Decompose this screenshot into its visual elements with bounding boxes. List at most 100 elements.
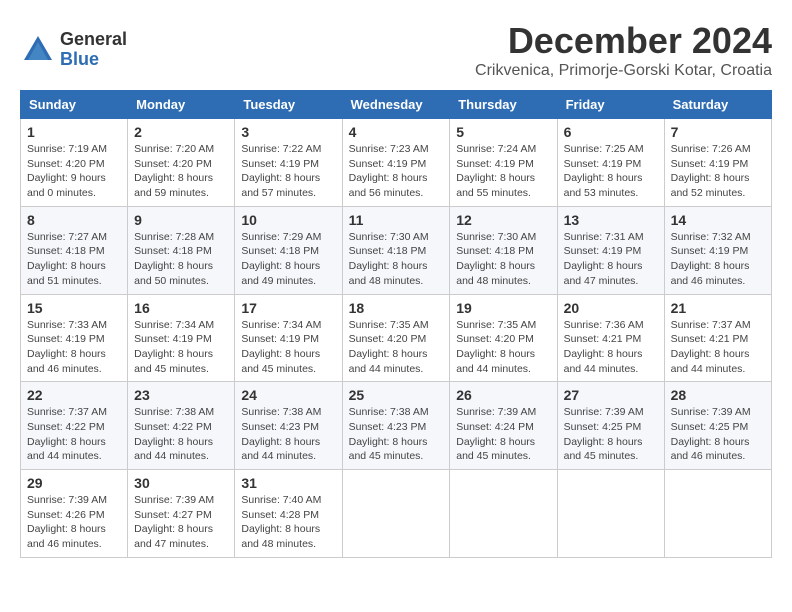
calendar-cell: 21Sunrise: 7:37 AM Sunset: 4:21 PM Dayli…: [664, 294, 771, 382]
calendar-cell: 30Sunrise: 7:39 AM Sunset: 4:27 PM Dayli…: [128, 470, 235, 558]
page-header: General Blue December 2024 Crikvenica, P…: [20, 20, 772, 80]
day-info: Sunrise: 7:23 AM Sunset: 4:19 PM Dayligh…: [349, 142, 444, 201]
day-info: Sunrise: 7:28 AM Sunset: 4:18 PM Dayligh…: [134, 230, 228, 289]
calendar-cell: 7 Sunrise: 7:26 AM Sunset: 4:19 PM Daylig…: [664, 119, 771, 207]
calendar-cell: 24 Sunrise: 7:38 AM Sunset: 4:23 PM Dayli…: [235, 382, 342, 470]
column-header-thursday: Thursday: [450, 91, 557, 119]
day-number: 4: [349, 124, 444, 140]
calendar-week-row: 29 Sunrise: 7:39 AM Sunset: 4:26 PM Dayli…: [21, 470, 772, 558]
calendar-cell: 4 Sunrise: 7:23 AM Sunset: 4:19 PM Daylig…: [342, 119, 450, 207]
day-info: Sunrise: 7:24 AM Sunset: 4:19 PM Dayligh…: [456, 142, 550, 201]
calendar-week-row: 1 Sunrise: 7:19 AM Sunset: 4:20 PM Daylig…: [21, 119, 772, 207]
column-header-monday: Monday: [128, 91, 235, 119]
logo-text: General Blue: [60, 30, 127, 70]
calendar-cell: 3 Sunrise: 7:22 AM Sunset: 4:19 PM Daylig…: [235, 119, 342, 207]
calendar-cell: 9 Sunrise: 7:28 AM Sunset: 4:18 PM Daylig…: [128, 206, 235, 294]
day-info: Sunrise: 7:31 AM Sunset: 4:19 PM Dayligh…: [564, 230, 658, 289]
day-number: 28: [671, 387, 765, 403]
calendar-cell: 26 Sunrise: 7:39 AM Sunset: 4:24 PM Dayli…: [450, 382, 557, 470]
day-number: 22: [27, 387, 121, 403]
calendar-cell: 27 Sunrise: 7:39 AM Sunset: 4:25 PM Dayli…: [557, 382, 664, 470]
day-number: 30: [134, 475, 228, 491]
day-info: Sunrise: 7:35 AM Sunset: 4:20 PM Dayligh…: [349, 318, 444, 377]
day-number: 15: [27, 300, 121, 316]
day-info: Sunrise: 7:29 AM Sunset: 4:18 PM Dayligh…: [241, 230, 335, 289]
day-info: Sunrise: 7:40 AM Sunset: 4:28 PM Dayligh…: [241, 493, 335, 552]
logo-blue-label: Blue: [60, 50, 127, 70]
calendar-cell: 10 Sunrise: 7:29 AM Sunset: 4:18 PM Dayli…: [235, 206, 342, 294]
day-info: Sunrise: 7:38 AM Sunset: 4:23 PM Dayligh…: [241, 405, 335, 464]
day-number: 23: [134, 387, 228, 403]
calendar-cell: 8Sunrise: 7:27 AM Sunset: 4:18 PM Daylig…: [21, 206, 128, 294]
calendar-week-row: 15Sunrise: 7:33 AM Sunset: 4:19 PM Dayli…: [21, 294, 772, 382]
day-info: Sunrise: 7:30 AM Sunset: 4:18 PM Dayligh…: [456, 230, 550, 289]
day-number: 14: [671, 212, 765, 228]
calendar-cell: 20Sunrise: 7:36 AM Sunset: 4:21 PM Dayli…: [557, 294, 664, 382]
column-header-tuesday: Tuesday: [235, 91, 342, 119]
calendar-cell: 18 Sunrise: 7:35 AM Sunset: 4:20 PM Dayli…: [342, 294, 450, 382]
calendar-table: SundayMondayTuesdayWednesdayThursdayFrid…: [20, 90, 772, 558]
day-number: 3: [241, 124, 335, 140]
calendar-week-row: 8Sunrise: 7:27 AM Sunset: 4:18 PM Daylig…: [21, 206, 772, 294]
column-header-sunday: Sunday: [21, 91, 128, 119]
calendar-cell: 14 Sunrise: 7:32 AM Sunset: 4:19 PM Dayli…: [664, 206, 771, 294]
day-number: 10: [241, 212, 335, 228]
column-header-saturday: Saturday: [664, 91, 771, 119]
day-info: Sunrise: 7:39 AM Sunset: 4:26 PM Dayligh…: [27, 493, 121, 552]
day-info: Sunrise: 7:39 AM Sunset: 4:25 PM Dayligh…: [671, 405, 765, 464]
day-number: 27: [564, 387, 658, 403]
calendar-cell: 11 Sunrise: 7:30 AM Sunset: 4:18 PM Dayli…: [342, 206, 450, 294]
day-number: 1: [27, 124, 121, 140]
day-info: Sunrise: 7:25 AM Sunset: 4:19 PM Dayligh…: [564, 142, 658, 201]
calendar-cell: 17Sunrise: 7:34 AM Sunset: 4:19 PM Dayli…: [235, 294, 342, 382]
day-info: Sunrise: 7:19 AM Sunset: 4:20 PM Dayligh…: [27, 142, 121, 201]
day-number: 13: [564, 212, 658, 228]
day-number: 6: [564, 124, 658, 140]
day-info: Sunrise: 7:30 AM Sunset: 4:18 PM Dayligh…: [349, 230, 444, 289]
calendar-cell: 28 Sunrise: 7:39 AM Sunset: 4:25 PM Dayli…: [664, 382, 771, 470]
calendar-cell: 1 Sunrise: 7:19 AM Sunset: 4:20 PM Daylig…: [21, 119, 128, 207]
day-info: Sunrise: 7:39 AM Sunset: 4:25 PM Dayligh…: [564, 405, 658, 464]
day-number: 26: [456, 387, 550, 403]
day-number: 9: [134, 212, 228, 228]
calendar-cell: 23 Sunrise: 7:38 AM Sunset: 4:22 PM Dayli…: [128, 382, 235, 470]
day-number: 18: [349, 300, 444, 316]
day-number: 24: [241, 387, 335, 403]
calendar-cell: [557, 470, 664, 558]
day-number: 21: [671, 300, 765, 316]
day-number: 2: [134, 124, 228, 140]
logo-icon: [20, 32, 56, 68]
day-info: Sunrise: 7:39 AM Sunset: 4:24 PM Dayligh…: [456, 405, 550, 464]
calendar-cell: 6 Sunrise: 7:25 AM Sunset: 4:19 PM Daylig…: [557, 119, 664, 207]
calendar-cell: 22 Sunrise: 7:37 AM Sunset: 4:22 PM Dayli…: [21, 382, 128, 470]
calendar-cell: 13 Sunrise: 7:31 AM Sunset: 4:19 PM Dayli…: [557, 206, 664, 294]
day-info: Sunrise: 7:34 AM Sunset: 4:19 PM Dayligh…: [134, 318, 228, 377]
calendar-header-row: SundayMondayTuesdayWednesdayThursdayFrid…: [21, 91, 772, 119]
calendar-cell: 2 Sunrise: 7:20 AM Sunset: 4:20 PM Daylig…: [128, 119, 235, 207]
day-number: 5: [456, 124, 550, 140]
day-info: Sunrise: 7:20 AM Sunset: 4:20 PM Dayligh…: [134, 142, 228, 201]
day-info: Sunrise: 7:38 AM Sunset: 4:22 PM Dayligh…: [134, 405, 228, 464]
calendar-cell: 12Sunrise: 7:30 AM Sunset: 4:18 PM Dayli…: [450, 206, 557, 294]
calendar-cell: 29 Sunrise: 7:39 AM Sunset: 4:26 PM Dayli…: [21, 470, 128, 558]
day-info: Sunrise: 7:35 AM Sunset: 4:20 PM Dayligh…: [456, 318, 550, 377]
day-info: Sunrise: 7:37 AM Sunset: 4:22 PM Dayligh…: [27, 405, 121, 464]
column-header-friday: Friday: [557, 91, 664, 119]
title-section: December 2024 Crikvenica, Primorje-Gorsk…: [475, 20, 772, 80]
calendar-cell: 31Sunrise: 7:40 AM Sunset: 4:28 PM Dayli…: [235, 470, 342, 558]
logo-general-label: General: [60, 30, 127, 50]
day-number: 11: [349, 212, 444, 228]
calendar-cell: 25Sunrise: 7:38 AM Sunset: 4:23 PM Dayli…: [342, 382, 450, 470]
day-number: 8: [27, 212, 121, 228]
day-number: 7: [671, 124, 765, 140]
calendar-cell: 16Sunrise: 7:34 AM Sunset: 4:19 PM Dayli…: [128, 294, 235, 382]
day-number: 29: [27, 475, 121, 491]
day-number: 20: [564, 300, 658, 316]
day-info: Sunrise: 7:32 AM Sunset: 4:19 PM Dayligh…: [671, 230, 765, 289]
day-info: Sunrise: 7:22 AM Sunset: 4:19 PM Dayligh…: [241, 142, 335, 201]
calendar-cell: 19 Sunrise: 7:35 AM Sunset: 4:20 PM Dayli…: [450, 294, 557, 382]
day-number: 19: [456, 300, 550, 316]
calendar-cell: [664, 470, 771, 558]
location-subtitle: Crikvenica, Primorje-Gorski Kotar, Croat…: [475, 62, 772, 80]
day-info: Sunrise: 7:26 AM Sunset: 4:19 PM Dayligh…: [671, 142, 765, 201]
